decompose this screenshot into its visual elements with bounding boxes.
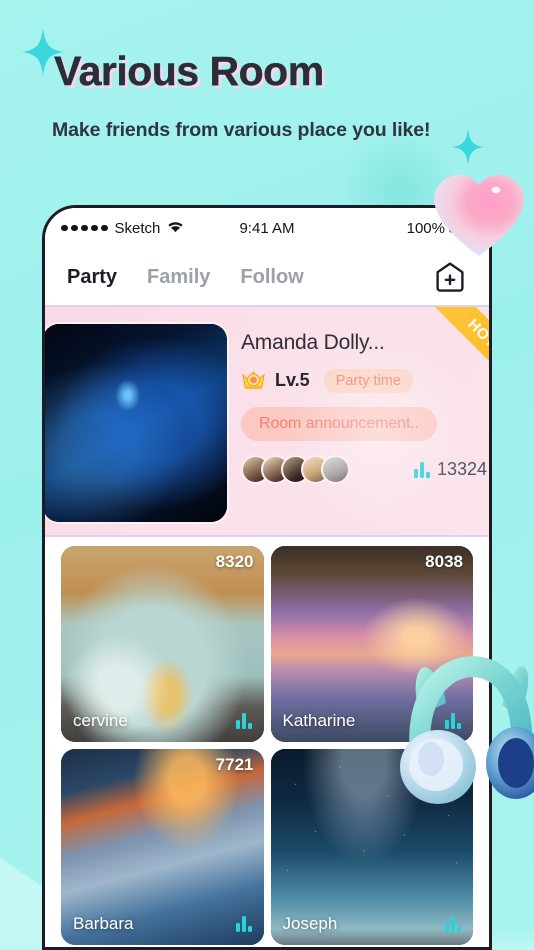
- member-avatar-5: [321, 455, 350, 484]
- wifi-icon: [167, 220, 184, 237]
- room-name: Joseph: [282, 914, 338, 933]
- featured-heat-count: 13324: [436, 459, 487, 479]
- member-avatars[interactable]: [241, 455, 350, 484]
- tab-family[interactable]: Family: [147, 266, 210, 289]
- headphones-icon: [398, 645, 534, 810]
- page-title: Various Room: [54, 48, 325, 94]
- member-avatar-3: [281, 455, 310, 484]
- equalizer-icon: [445, 916, 461, 932]
- featured-room-level: Lv.5: [275, 370, 310, 390]
- room-card[interactable]: 7721 Barbara: [61, 749, 264, 945]
- featured-room-card[interactable]: HOT Amanda Dolly... Lv.5 Party time Room: [45, 305, 489, 537]
- level-medal-icon: [241, 368, 266, 393]
- carrier-label: Sketch: [114, 219, 161, 237]
- add-room-button[interactable]: [433, 260, 467, 294]
- featured-room-thumbnail[interactable]: [45, 324, 227, 522]
- equalizer-icon: [235, 916, 252, 932]
- room-name: Barbara: [73, 914, 134, 933]
- equalizer-icon: [235, 713, 252, 729]
- sparkle-icon: [452, 128, 484, 166]
- room-name: cervine: [73, 711, 128, 730]
- lion-artwork: [45, 324, 227, 522]
- room-count: 7721: [215, 755, 254, 774]
- signal-dots-icon: [61, 224, 108, 232]
- room-announcement[interactable]: Room announcement..: [241, 407, 437, 441]
- featured-room-title: Amanda Dolly...: [241, 331, 385, 354]
- home-plus-icon: [436, 262, 464, 292]
- tab-follow[interactable]: Follow: [240, 266, 303, 289]
- status-bar: Sketch 9:41 AM 100%: [45, 208, 489, 248]
- page-subtitle: Make friends from various place you like…: [52, 119, 431, 141]
- member-avatar-4: [301, 455, 330, 484]
- featured-heat: 13324: [413, 459, 489, 480]
- room-card[interactable]: 8320 cervine: [61, 546, 264, 742]
- equalizer-icon: [413, 461, 430, 478]
- heart-icon: [432, 170, 526, 260]
- phone-mockup: Sketch 9:41 AM 100% Party Family Follow …: [42, 205, 492, 950]
- tab-bar: Party Family Follow: [45, 248, 489, 306]
- featured-room-tag: Party time: [323, 368, 413, 393]
- tab-party[interactable]: Party: [63, 266, 121, 289]
- room-count: 8038: [425, 552, 463, 571]
- room-name: Katharine: [282, 711, 356, 730]
- room-count: 8320: [215, 552, 254, 571]
